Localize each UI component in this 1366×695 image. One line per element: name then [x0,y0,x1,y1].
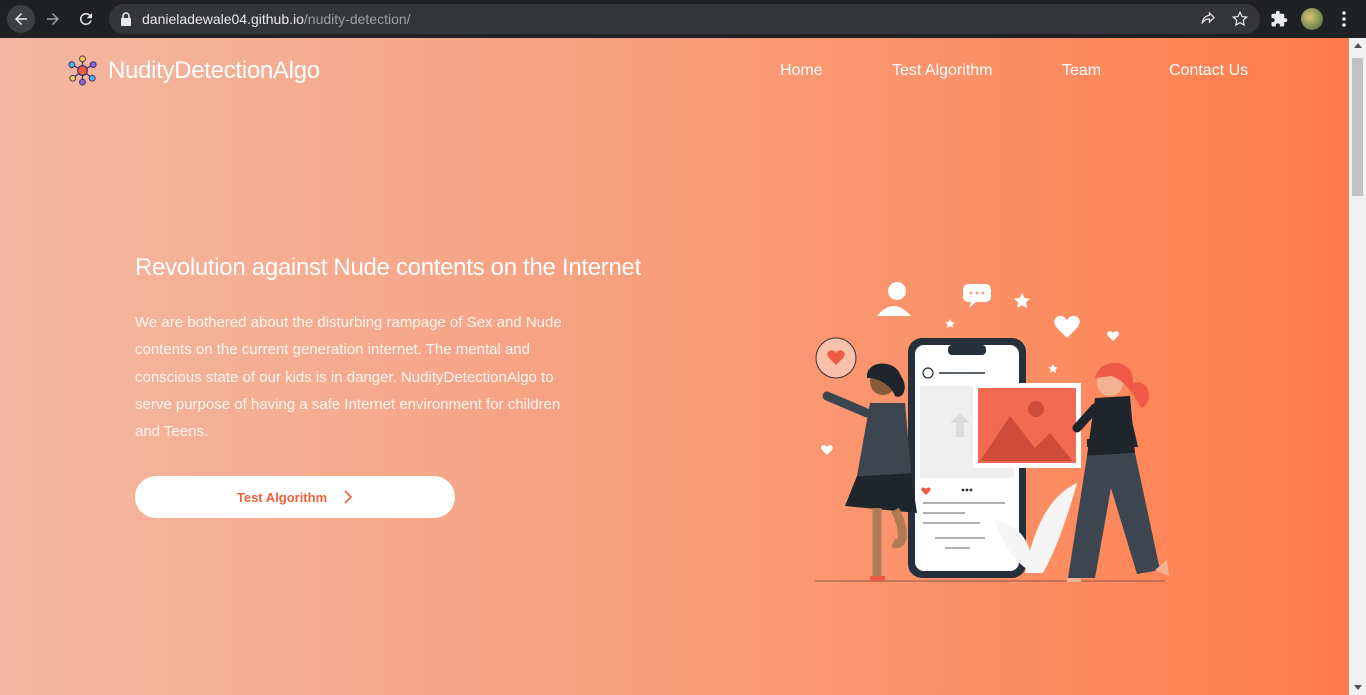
lock-icon [121,12,131,26]
bookmark-star-icon[interactable] [1231,10,1249,28]
logo-network-icon [68,55,97,86]
page-viewport: NudityDetectionAlgo Home Test Algorithm … [0,38,1349,695]
browser-toolbar: danieladewale04.github.io/nudity-detecti… [0,0,1366,38]
brand-logo-link[interactable]: NudityDetectionAlgo [66,54,320,87]
forward-button[interactable] [39,5,67,33]
extensions-icon[interactable] [1270,10,1288,28]
reload-button[interactable] [72,5,100,33]
scroll-up-arrow-icon[interactable] [1354,43,1362,48]
scroll-down-arrow-icon[interactable] [1354,685,1362,690]
floating-star-icon-small [1048,364,1058,373]
hero-description: We are bothered about the disturbing ram… [135,314,562,441]
hero-illustration [815,282,1169,582]
address-bar[interactable]: danieladewale04.github.io/nudity-detecti… [109,4,1260,34]
profile-avatar[interactable] [1301,8,1323,30]
url-path: /nudity-detection/ [303,11,411,27]
floating-heart-icon-small [1107,331,1119,341]
back-button[interactable] [7,5,35,33]
url-host: danieladewale04.github.io [142,11,304,27]
test-algorithm-button-label: Test Algorithm [236,489,328,505]
chevron-right-icon [344,490,353,504]
share-icon[interactable] [1199,10,1217,28]
floating-heart-icon-left [821,445,833,455]
url-text: danieladewale04.github.io/nudity-detecti… [142,11,411,27]
menu-dots-icon[interactable] [1340,10,1348,28]
forward-arrow-icon [47,13,59,25]
hero-title: Revolution against Nude contents on the … [135,254,641,281]
floating-star-icon-small [945,319,955,328]
nav-test-algorithm[interactable]: Test Algorithm [892,62,992,80]
reload-icon [79,12,92,25]
test-algorithm-button[interactable]: Test Algorithm [135,476,455,518]
floating-chat-icon [963,284,991,308]
scrollbar-thumb[interactable] [1352,58,1363,196]
floating-user-icon [877,282,911,316]
nav-home[interactable]: Home [780,62,823,80]
nav-contact-us[interactable]: Contact Us [1169,62,1248,80]
floating-star-icon [1014,293,1030,308]
floating-heart-icon [1054,315,1080,338]
back-arrow-icon [15,13,27,25]
page-scrollbar[interactable] [1349,38,1366,695]
brand-name: NudityDetectionAlgo [108,56,320,84]
nav-team[interactable]: Team [1062,62,1101,80]
